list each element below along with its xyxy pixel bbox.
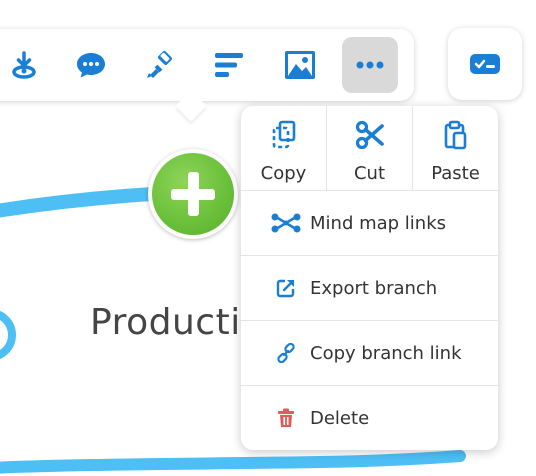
plus-icon: [152, 153, 234, 235]
cut-label: Cut: [353, 163, 386, 184]
link-icon: [277, 343, 295, 363]
menu-item-copy-branch-link[interactable]: Copy branch link: [241, 320, 498, 385]
menu-item-label: Mind map links: [310, 212, 447, 234]
branch-context-menu: Copy Cut Paste Mind map links Export bra…: [241, 106, 498, 450]
node-title[interactable]: Productiv: [90, 302, 263, 343]
trash-icon: [278, 408, 294, 427]
menu-item-delete[interactable]: Delete: [241, 385, 498, 450]
copy-icon: [272, 120, 295, 149]
align-left-icon: [215, 53, 243, 77]
comment-icon: [77, 53, 105, 78]
download-location-icon: [12, 51, 36, 79]
clipboard-actions: Copy Cut Paste: [241, 106, 498, 190]
comment-button[interactable]: [63, 37, 119, 93]
export-icon: [276, 279, 295, 298]
branch-outline-bottom: [0, 450, 466, 474]
text-align-button[interactable]: [201, 37, 257, 93]
download-location-button[interactable]: [0, 37, 52, 93]
mind-map-stage: Productiv Copy Cut Paste Mind map links …: [0, 0, 536, 476]
menu-item-export-branch[interactable]: Export branch: [241, 255, 498, 320]
cut-button[interactable]: Cut: [326, 106, 412, 190]
menu-item-mind-map-links[interactable]: Mind map links: [241, 190, 498, 255]
image-icon: [285, 51, 315, 79]
menu-item-label: Delete: [310, 407, 370, 429]
menu-item-label: Export branch: [310, 277, 438, 299]
paste-button[interactable]: Paste: [412, 106, 498, 190]
scissors-icon: [355, 120, 384, 150]
menu-item-label: Copy branch link: [310, 342, 462, 364]
copy-button[interactable]: Copy: [241, 106, 326, 190]
add-node-button[interactable]: [148, 149, 238, 239]
node-connector-ring: [0, 311, 16, 359]
paste-label: Paste: [431, 163, 480, 184]
paint-brush-icon: [147, 51, 172, 78]
mind-map-links-icon: [271, 213, 301, 233]
card-checklist-icon: [470, 54, 500, 74]
copy-label: Copy: [260, 163, 307, 184]
paste-icon: [444, 120, 466, 150]
image-button[interactable]: [272, 37, 328, 93]
branch-outline-top: [0, 187, 159, 218]
task-card-button[interactable]: [448, 28, 522, 100]
style-button[interactable]: [132, 37, 188, 93]
more-horizontal-icon: [356, 61, 384, 69]
more-options-button[interactable]: [342, 37, 398, 93]
